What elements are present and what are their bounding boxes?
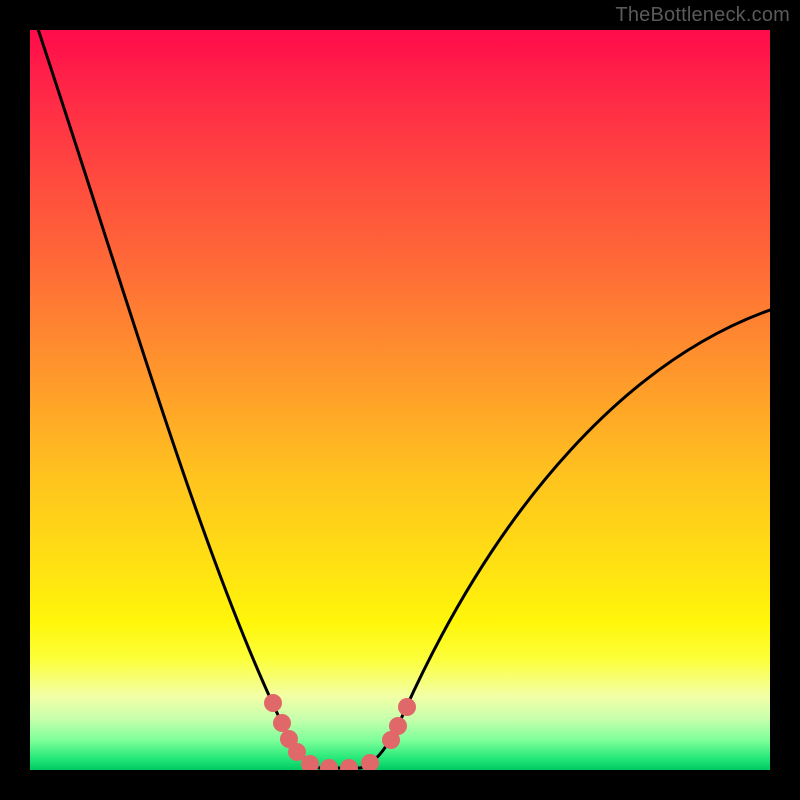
data-marker <box>389 717 407 735</box>
data-marker <box>320 759 338 770</box>
bottleneck-curve <box>35 30 770 768</box>
plot-area <box>30 30 770 770</box>
watermark-text: TheBottleneck.com <box>615 4 790 27</box>
marker-group <box>264 694 416 770</box>
data-marker <box>340 759 358 770</box>
data-marker <box>264 694 282 712</box>
data-marker <box>398 698 416 716</box>
data-marker <box>273 714 291 732</box>
curve-layer <box>30 30 770 770</box>
